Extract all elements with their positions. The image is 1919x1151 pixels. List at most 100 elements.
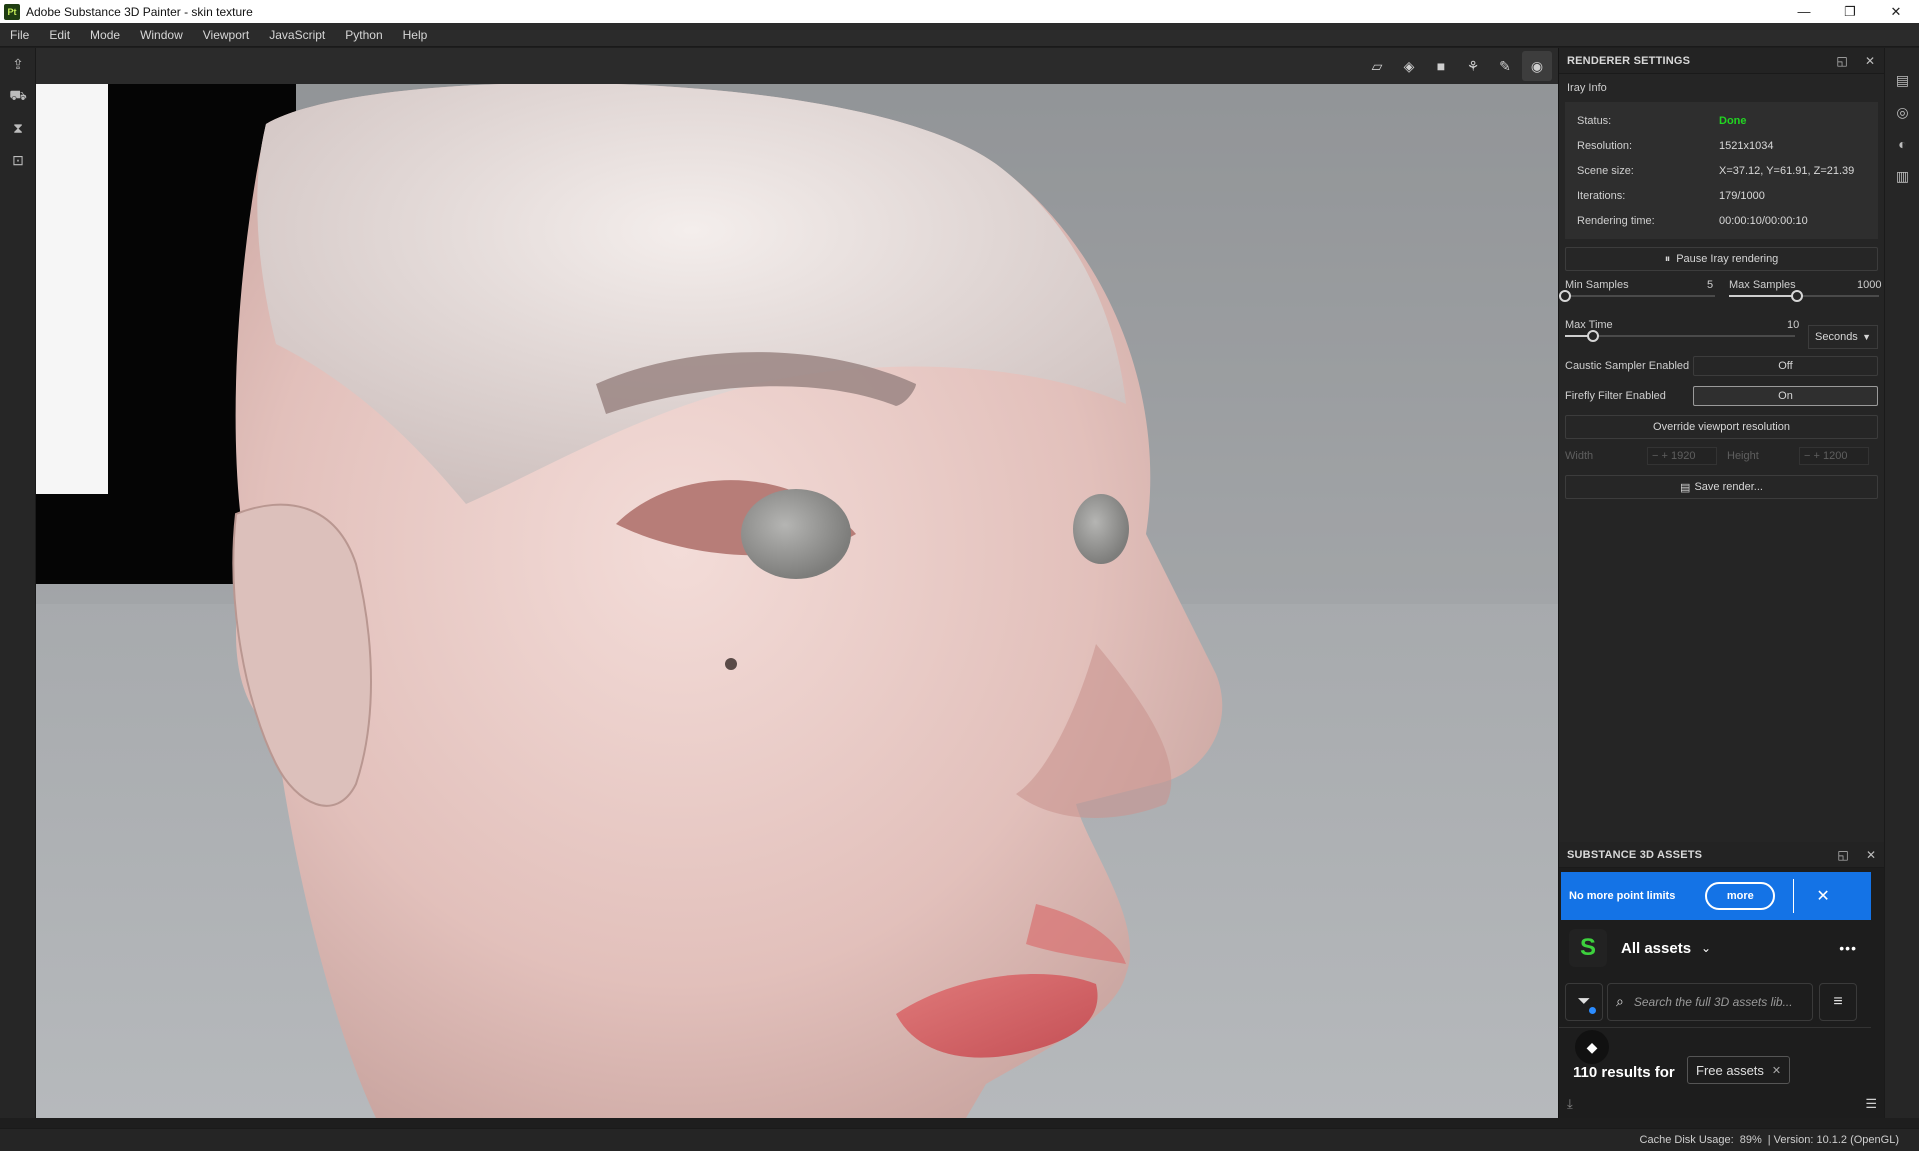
substance-logo-icon: S xyxy=(1569,929,1607,967)
min-samples-value: 5 xyxy=(1707,279,1714,291)
symmetry-icon[interactable]: ⚘ xyxy=(1458,51,1488,81)
app-logo-icon: Pt xyxy=(4,3,20,20)
caustic-toggle[interactable]: Off xyxy=(1693,356,1878,376)
height-label: Height xyxy=(1727,450,1759,462)
max-samples-slider[interactable] xyxy=(1729,290,1879,302)
height-field[interactable]: − + 1200 xyxy=(1799,447,1869,465)
close-panel-icon[interactable]: ✕ xyxy=(1857,848,1885,862)
min-samples-label: Min Samples xyxy=(1565,279,1629,291)
info-value: 179/1000 xyxy=(1719,189,1765,202)
close-window-button[interactable]: ✕ xyxy=(1873,0,1919,23)
camera-icon[interactable]: ■ xyxy=(1426,51,1456,81)
menu-mode[interactable]: Mode xyxy=(80,23,130,47)
info-row-scene-size: Scene size: X=37.12, Y=61.91, Z=21.39 xyxy=(1565,158,1878,183)
info-key: Scene size: xyxy=(1577,164,1634,177)
max-samples-value: 1000 xyxy=(1857,279,1882,291)
results-count: 110 results for xyxy=(1573,1064,1675,1081)
undock-icon[interactable]: ◱ xyxy=(1828,54,1856,68)
info-value: 1521x1034 xyxy=(1719,139,1774,152)
promo-banner: No more point limits more ✕ xyxy=(1561,872,1871,920)
substance-assets-panel: SUBSTANCE 3D ASSETS ◱ ✕ No more point li… xyxy=(1559,842,1885,1118)
chevron-down-icon: ▼ xyxy=(1862,332,1871,342)
right-icon-strip: ▤ ◎ ◐ ▥ xyxy=(1884,48,1919,1118)
width-label: Width xyxy=(1565,450,1594,462)
menu-viewport[interactable]: Viewport xyxy=(193,23,259,47)
eyeball xyxy=(741,489,851,579)
override-resolution-button[interactable]: Override viewport resolution xyxy=(1565,415,1878,439)
remove-filter-icon[interactable]: ✕ xyxy=(1772,1064,1781,1077)
viewport-toolbar: ▱ ◈ ■ ⚘ ✎ ◉ xyxy=(36,48,1558,84)
render-scene[interactable] xyxy=(36,84,1558,1118)
filter-button[interactable]: ⏷ xyxy=(1565,982,1603,1021)
search-row: ⏷ ⌕ Search the full 3D assets lib... ≡ xyxy=(1559,976,1871,1028)
save-icon: ▤ xyxy=(1680,481,1691,494)
firefly-toggle[interactable]: On xyxy=(1693,386,1878,406)
chevron-down-icon[interactable]: ⌄ xyxy=(1701,941,1711,955)
menu-help[interactable]: Help xyxy=(393,23,438,47)
firefly-label: Firefly Filter Enabled xyxy=(1565,390,1666,402)
max-samples-knob[interactable] xyxy=(1790,290,1803,302)
firefly-row: Firefly Filter Enabled On xyxy=(1565,381,1878,411)
results-row: ◆ 110 results for Free assets ✕ xyxy=(1559,1028,1885,1088)
assets-header: SUBSTANCE 3D ASSETS ◱ ✕ xyxy=(1559,842,1885,868)
menu-python[interactable]: Python xyxy=(335,23,392,47)
minimize-button[interactable]: — xyxy=(1781,0,1827,23)
list-view-icon[interactable]: ☰ xyxy=(1865,1096,1877,1112)
left-toolbar: ⇪ ⛟ ⧗ ⊡ xyxy=(0,48,36,1118)
width-field[interactable]: − + 1920 xyxy=(1647,447,1717,465)
pause-iray-button[interactable]: ⏸ Pause Iray rendering xyxy=(1565,247,1878,271)
bake-icon[interactable]: ⛟ xyxy=(0,80,36,112)
display-settings-icon[interactable]: ◎ xyxy=(1885,96,1919,128)
far-eyeball xyxy=(1073,494,1129,564)
mole xyxy=(725,658,737,670)
filter-chip[interactable]: Free assets ✕ xyxy=(1687,1056,1791,1084)
viewport[interactable]: ▱ ◈ ■ ⚘ ✎ ◉ xyxy=(36,48,1558,1118)
max-time-knob[interactable] xyxy=(1586,330,1599,342)
shield-icon: ◆ xyxy=(1575,1030,1609,1064)
sort-button[interactable]: ≡ xyxy=(1819,982,1857,1021)
menu-edit[interactable]: Edit xyxy=(39,23,80,47)
log-icon[interactable]: ▥ xyxy=(1885,160,1919,192)
layers-icon[interactable]: ▤ xyxy=(1885,64,1919,96)
download-icon[interactable]: ⤓ xyxy=(1567,1096,1573,1112)
renderer-settings-header: RENDERER SETTINGS ◱ ✕ xyxy=(1559,48,1884,74)
title-bar: Pt Adobe Substance 3D Painter - skin tex… xyxy=(0,0,1919,23)
document-search-icon[interactable]: ⊡ xyxy=(0,144,36,176)
menu-window[interactable]: Window xyxy=(130,23,193,47)
undock-icon[interactable]: ◱ xyxy=(1829,848,1857,862)
library-row: S All assets ⌄ ••• xyxy=(1559,920,1885,976)
height-value: 1200 xyxy=(1822,450,1848,462)
brush-icon[interactable]: ✎ xyxy=(1490,51,1520,81)
render-mode-icon[interactable]: ◉ xyxy=(1522,51,1552,81)
min-samples-knob[interactable] xyxy=(1559,290,1571,302)
assets-title: SUBSTANCE 3D ASSETS xyxy=(1567,848,1703,861)
2d-view-icon[interactable]: ▱ xyxy=(1362,51,1392,81)
more-button[interactable]: more xyxy=(1705,882,1776,910)
max-samples-label: Max Samples xyxy=(1729,279,1796,291)
stepper-icon: − + xyxy=(1804,450,1820,462)
export-icon[interactable]: ⇪ xyxy=(0,48,36,80)
menu-file[interactable]: File xyxy=(0,23,39,47)
3d-view-icon[interactable]: ◈ xyxy=(1394,51,1424,81)
light-box xyxy=(36,84,108,494)
more-options-icon[interactable]: ••• xyxy=(1839,940,1857,956)
caustic-label: Caustic Sampler Enabled xyxy=(1565,360,1690,372)
hourglass-icon[interactable]: ⧗ xyxy=(0,112,36,144)
status-bar: Cache Disk Usage: 89% | Version: 10.1.2 … xyxy=(0,1128,1919,1151)
renderer-settings-panel: RENDERER SETTINGS ◱ ✕ Iray Info Status: … xyxy=(1559,48,1884,499)
min-samples-slider[interactable] xyxy=(1559,290,1715,302)
renderer-settings-title: RENDERER SETTINGS xyxy=(1567,54,1691,67)
resolution-row: Width − + 1920 Height − + 1200 xyxy=(1565,443,1878,469)
samples-row: Min Samples 5 Max Samples 1000 xyxy=(1559,271,1882,311)
save-render-button[interactable]: ▤ Save render... xyxy=(1565,475,1878,499)
environment-icon[interactable]: ◐ xyxy=(1885,128,1919,160)
library-selector[interactable]: All assets xyxy=(1621,940,1691,957)
max-time-row: Max Time 10 Seconds ▼ xyxy=(1565,311,1878,351)
menu-javascript[interactable]: JavaScript xyxy=(259,23,335,47)
close-icon[interactable]: ✕ xyxy=(1816,886,1829,906)
close-panel-icon[interactable]: ✕ xyxy=(1856,54,1884,68)
search-input[interactable]: ⌕ Search the full 3D assets lib... xyxy=(1607,982,1813,1021)
max-time-slider[interactable] xyxy=(1565,330,1795,342)
restore-button[interactable]: ❐ xyxy=(1827,0,1873,23)
time-unit-select[interactable]: Seconds ▼ xyxy=(1808,325,1878,349)
